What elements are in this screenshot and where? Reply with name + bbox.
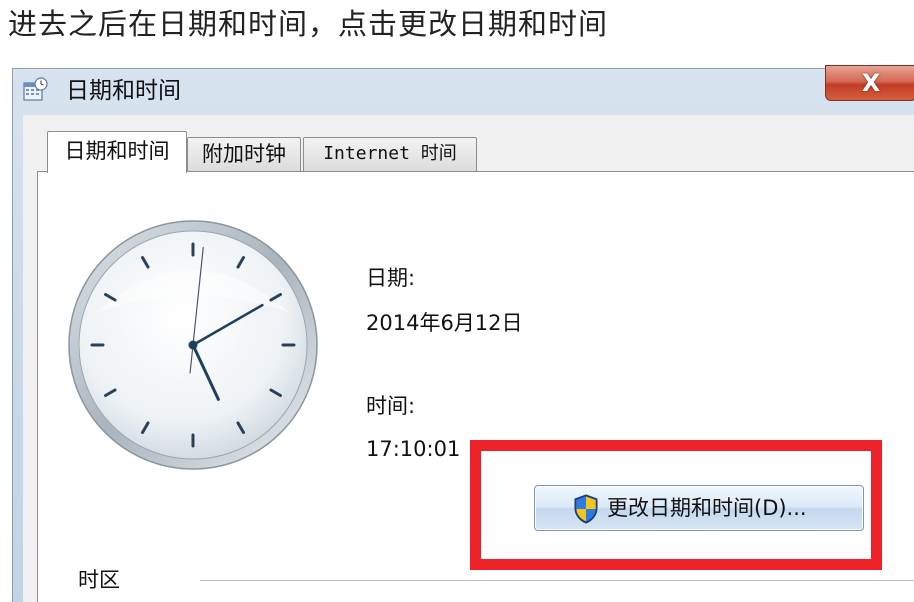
instruction-caption: 进去之后在日期和时间，点击更改日期和时间 [8,7,609,41]
window-title: 日期和时间 [66,78,181,104]
highlight-box [470,440,882,570]
tab-date-and-time[interactable]: 日期和时间 [47,131,187,173]
calendar-clock-icon [23,77,48,101]
time-label: 时间: [366,394,416,418]
timezone-label: 时区 [78,568,120,592]
analog-clock [68,220,318,470]
tab-additional-clocks[interactable]: 附加时钟 [187,137,301,171]
close-button[interactable]: X [825,65,914,101]
clock-center-pin [188,340,198,350]
date-value: 2014年6月12日 [366,311,523,335]
tab-internet-time[interactable]: Internet 时间 [303,137,477,171]
time-value: 17:10:01 [366,437,461,461]
close-icon: X [861,69,881,97]
timezone-divider [200,580,914,581]
title-bar: 日期和时间 X [13,65,914,115]
date-label: 日期: [366,266,416,290]
